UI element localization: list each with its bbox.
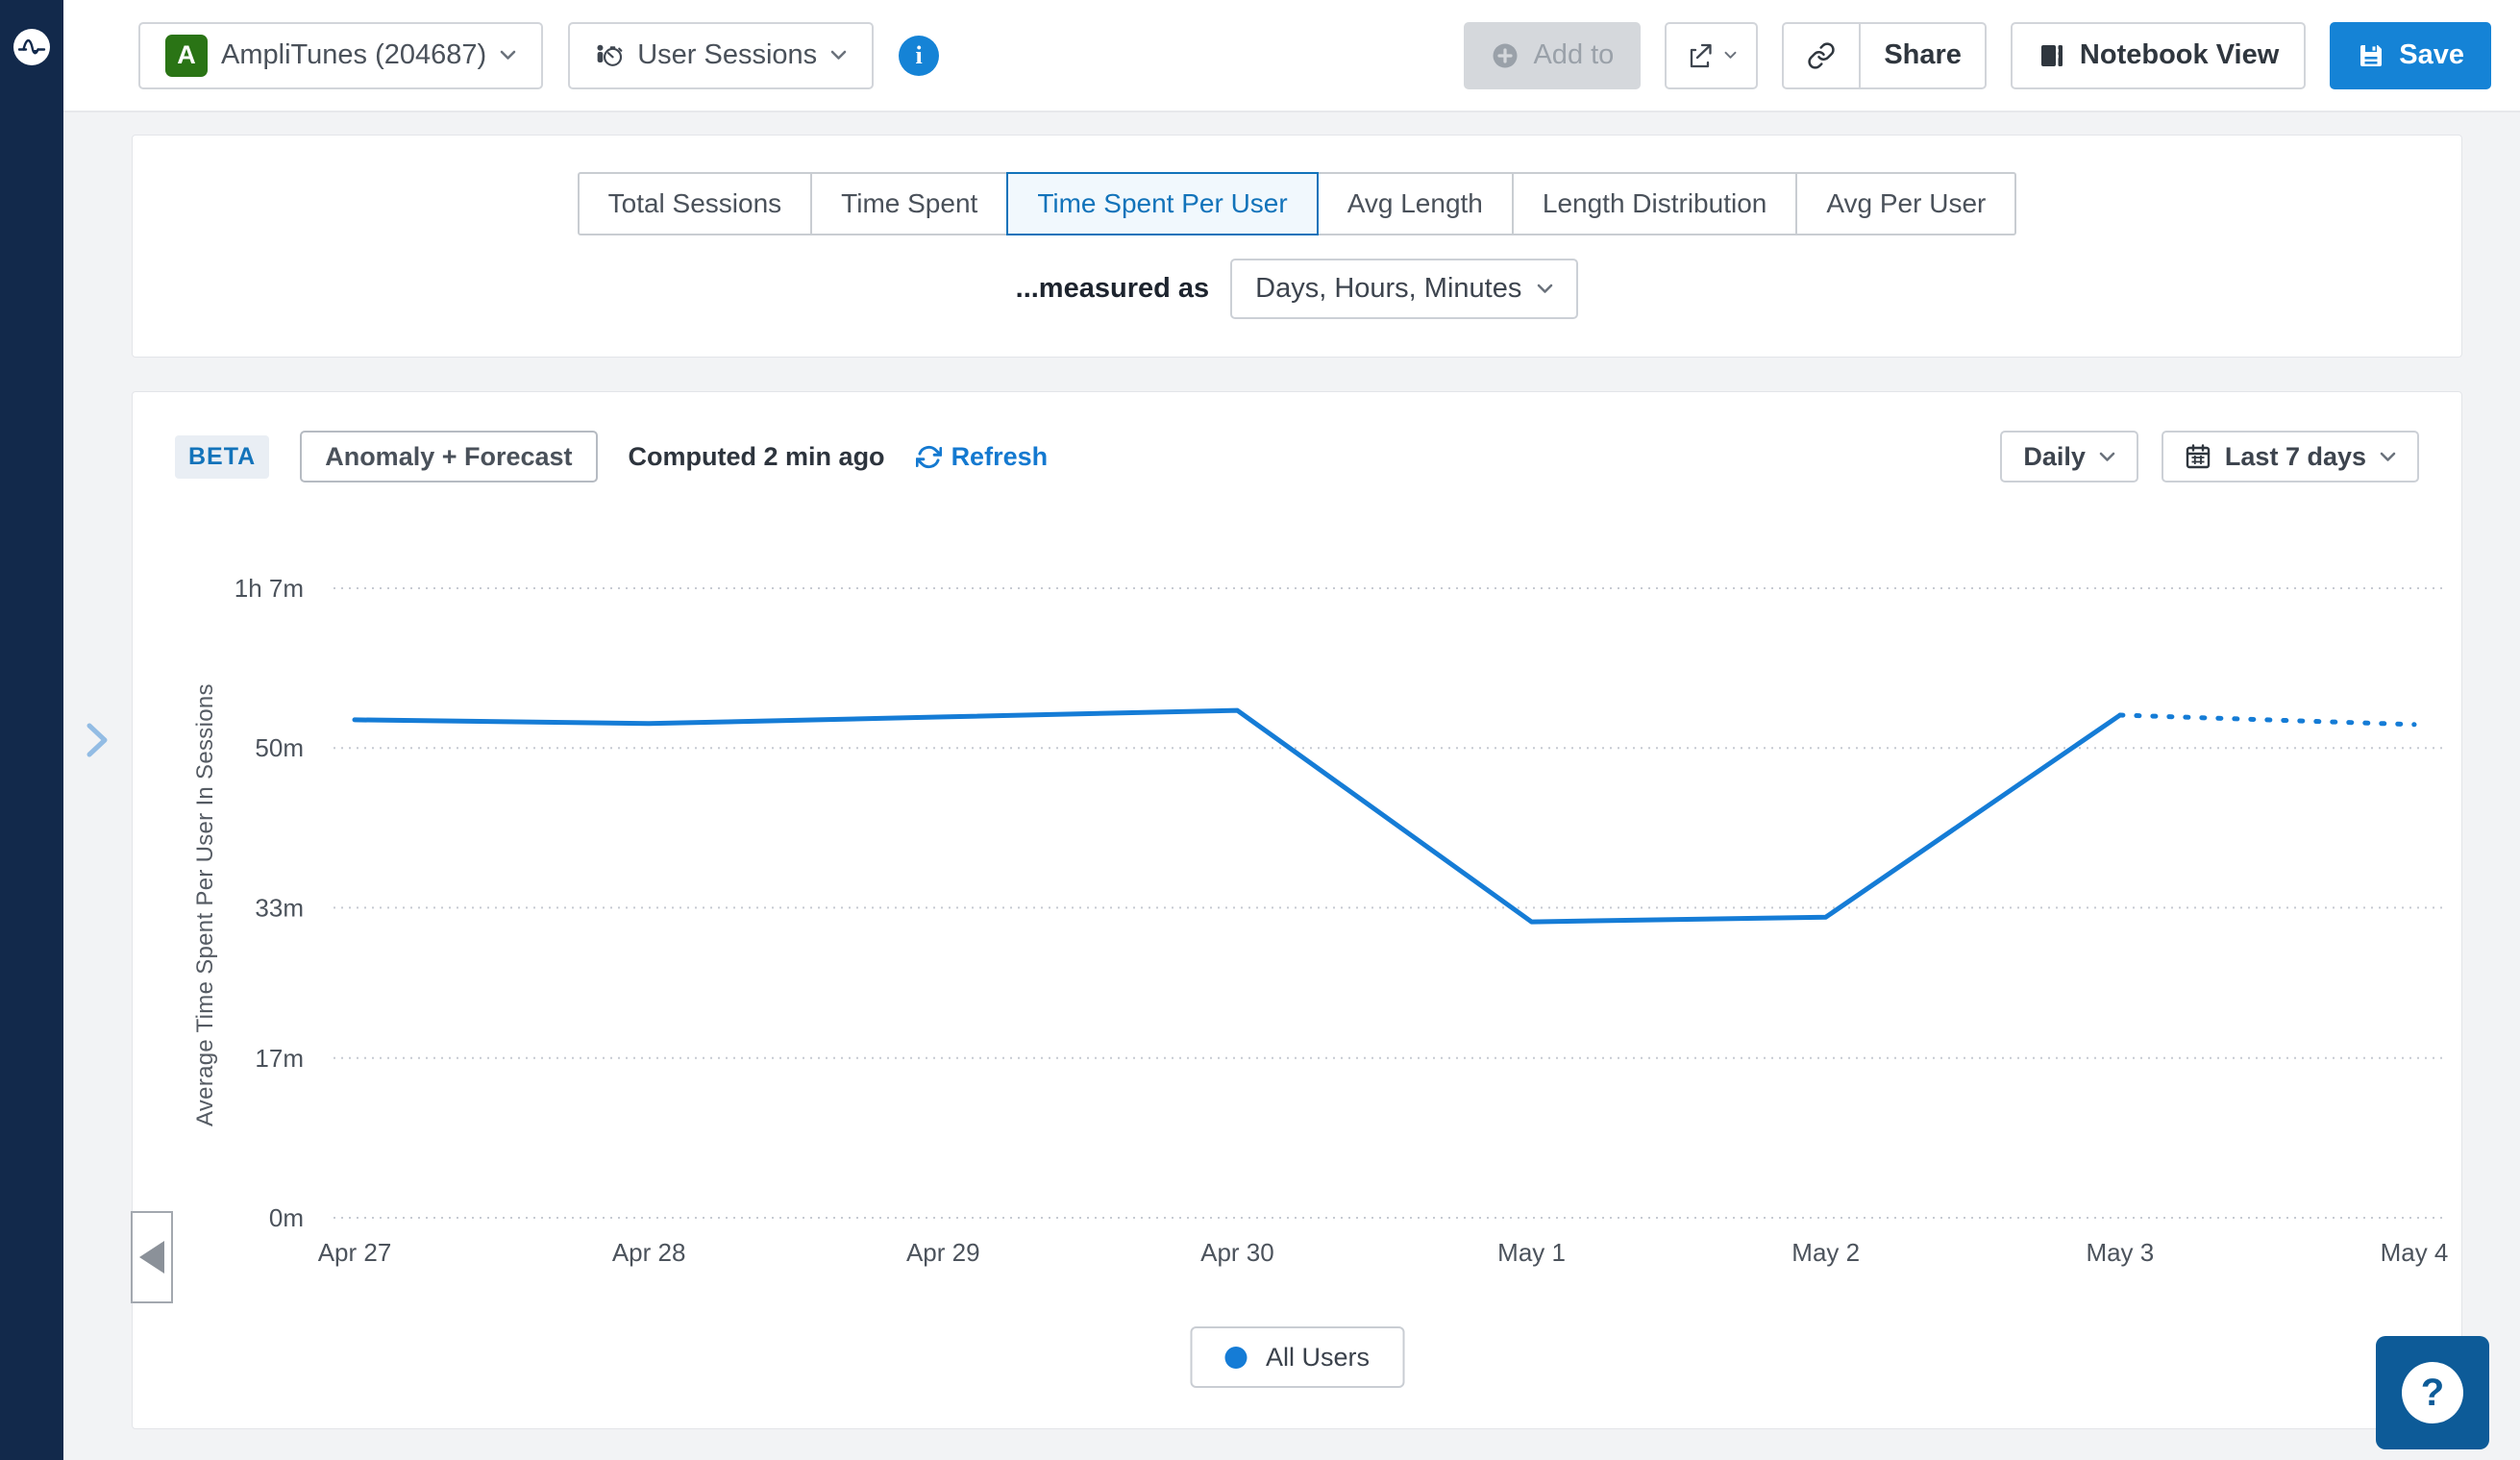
tab-total-sessions[interactable]: Total Sessions xyxy=(578,172,813,235)
project-label: AmpliTunes (204687) xyxy=(221,39,486,71)
chart-card: BETA Anomaly + Forecast Computed 2 min a… xyxy=(132,391,2462,1429)
x-tick-label: Apr 30 xyxy=(1200,1238,1274,1267)
series-line-solid xyxy=(355,710,2120,922)
chevron-down-icon xyxy=(1724,51,1737,60)
help-button[interactable]: ? xyxy=(2376,1336,2489,1449)
share-label: Share xyxy=(1884,39,1962,71)
copy-link-button[interactable] xyxy=(1784,24,1859,87)
x-tick-label: Apr 27 xyxy=(318,1238,392,1267)
left-nav-rail xyxy=(0,0,63,1460)
link-icon xyxy=(1807,41,1836,70)
legend-dot-icon xyxy=(1224,1347,1247,1369)
y-tick-label: 50m xyxy=(255,733,304,762)
header-bar: A AmpliTunes (204687) User Sessions i xyxy=(63,0,2520,112)
measured-as-row: ...measured as Days, Hours, Minutes xyxy=(133,259,2461,319)
series-line-dotted xyxy=(2120,715,2414,725)
y-tick-label: 0m xyxy=(269,1203,304,1232)
y-tick-label: 1h 7m xyxy=(235,574,304,603)
user-sessions-icon xyxy=(595,41,624,70)
save-button[interactable]: Save xyxy=(2330,22,2491,89)
tab-avg-length[interactable]: Avg Length xyxy=(1317,172,1514,235)
x-tick-label: May 3 xyxy=(2086,1238,2154,1267)
notebook-icon xyxy=(2038,41,2066,70)
x-tick-label: May 2 xyxy=(1791,1238,1860,1267)
measured-as-label: ...measured as xyxy=(1016,273,1210,305)
legend[interactable]: All Users xyxy=(1190,1326,1404,1388)
share-button[interactable]: Share xyxy=(1859,24,1985,87)
add-to-button[interactable]: Add to xyxy=(1464,22,1641,89)
line-chart[interactable]: 1h 7m 50m 33m 17m 0m Apr 27 Apr 28 Apr 29 Apr 30… xyxy=(133,392,2463,1430)
expand-panel-chevron-icon[interactable] xyxy=(85,721,110,759)
tab-avg-per-user[interactable]: Avg Per User xyxy=(1795,172,2016,235)
chart-type-selector[interactable]: User Sessions xyxy=(568,22,874,89)
project-selector[interactable]: A AmpliTunes (204687) xyxy=(138,22,543,89)
y-tick-label: 33m xyxy=(255,893,304,922)
save-label: Save xyxy=(2399,39,2464,71)
triangle-left-icon xyxy=(139,1241,164,1274)
x-tick-label: May 1 xyxy=(1497,1238,1566,1267)
measured-as-dropdown[interactable]: Days, Hours, Minutes xyxy=(1230,259,1578,319)
tab-time-spent-per-user[interactable]: Time Spent Per User xyxy=(1006,172,1318,235)
question-mark-icon: ? xyxy=(2402,1362,2463,1423)
chart-type-tabs: Total SessionsTime SpentTime Spent Per U… xyxy=(133,172,2461,235)
notebook-view-button[interactable]: Notebook View xyxy=(2011,22,2306,89)
y-tick-label: 17m xyxy=(255,1044,304,1073)
amplitude-logo-icon[interactable] xyxy=(13,29,50,65)
plus-circle-icon xyxy=(1491,41,1519,70)
project-badge: A xyxy=(165,35,208,77)
info-icon[interactable]: i xyxy=(899,36,939,76)
chevron-down-icon xyxy=(1537,284,1553,294)
save-icon xyxy=(2357,41,2385,70)
x-tick-label: Apr 28 xyxy=(612,1238,686,1267)
chevron-down-icon xyxy=(830,50,847,61)
share-button-group: Share xyxy=(1782,22,1987,89)
header-actions: Add to Share xyxy=(1464,22,2491,89)
notebook-view-label: Notebook View xyxy=(2080,39,2279,71)
export-icon xyxy=(1686,41,1715,70)
chevron-down-icon xyxy=(500,50,516,61)
app-root: A AmpliTunes (204687) User Sessions i xyxy=(0,0,2520,1460)
x-tick-label: Apr 29 xyxy=(906,1238,980,1267)
measured-as-value: Days, Hours, Minutes xyxy=(1255,273,1521,305)
tab-length-distribution[interactable]: Length Distribution xyxy=(1512,172,1797,235)
collapse-chart-panel-button[interactable] xyxy=(131,1211,173,1303)
chart-type-label: User Sessions xyxy=(637,39,817,71)
tab-time-spent[interactable]: Time Spent xyxy=(810,172,1008,235)
metric-tabs-card: Total SessionsTime SpentTime Spent Per U… xyxy=(132,135,2462,358)
add-to-label: Add to xyxy=(1533,39,1614,71)
export-button[interactable] xyxy=(1665,22,1758,89)
x-tick-label: May 4 xyxy=(2381,1238,2449,1267)
legend-label: All Users xyxy=(1266,1343,1370,1373)
